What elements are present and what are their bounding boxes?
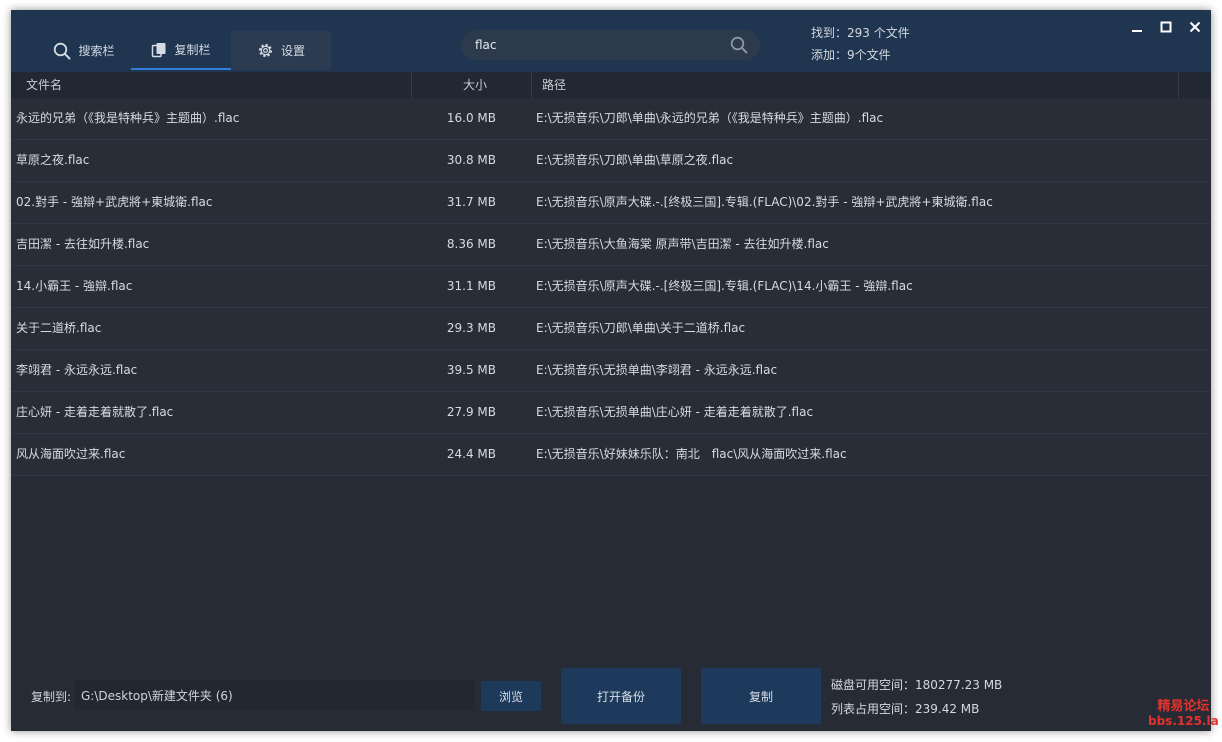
table-row[interactable]: 李翊君 - 永远永远.flac 39.5 MB E:\无损音乐\无损单曲\李翊君 -… bbox=[11, 350, 1211, 392]
search-icon bbox=[54, 42, 71, 59]
app-window: 搜索栏 复制栏 设置 找到：293 个文件 添加：9个文件 bbox=[11, 10, 1211, 731]
table-row[interactable]: 草原之夜.flac 30.8 MB E:\无损音乐\刀郎\单曲\草原之夜.flac bbox=[11, 140, 1211, 182]
file-name-cell: 关于二道桥.flac bbox=[16, 321, 102, 335]
close-icon bbox=[1189, 21, 1201, 33]
footer-bar: 复制到: 浏览 打开备份 复制 磁盘可用空间：180277.23 MB 列表占用… bbox=[11, 660, 1211, 731]
file-name-cell: 庄心妍 - 走着走着就散了.flac bbox=[16, 405, 174, 419]
file-size-cell: 29.3 MB bbox=[446, 321, 496, 335]
tab-search[interactable]: 搜索栏 bbox=[39, 31, 129, 70]
browse-button[interactable]: 浏览 bbox=[481, 681, 541, 711]
disk-free-space: 磁盘可用空间：180277.23 MB bbox=[831, 678, 1003, 692]
copy-to-label: 复制到: bbox=[31, 690, 72, 704]
table-row[interactable]: 吉田潔 - 去往如升楼.flac 8.36 MB E:\无损音乐\大鱼海棠 原声带\… bbox=[11, 224, 1211, 266]
search-box bbox=[461, 30, 760, 60]
file-path-cell: E:\无损音乐\刀郎\单曲\关于二道桥.flac bbox=[536, 321, 746, 335]
close-button[interactable] bbox=[1185, 18, 1205, 36]
column-divider[interactable] bbox=[1178, 72, 1179, 98]
copy-destination-input[interactable] bbox=[75, 680, 475, 710]
gear-icon bbox=[258, 43, 273, 58]
minimize-button[interactable] bbox=[1127, 18, 1147, 36]
file-name-cell: 14.小霸王 - 強辯.flac bbox=[16, 279, 133, 293]
copy-button[interactable]: 复制 bbox=[701, 668, 821, 724]
table-row[interactable]: 关于二道桥.flac 29.3 MB E:\无损音乐\刀郎\单曲\关于二道桥.fla… bbox=[11, 308, 1211, 350]
disk-info: 磁盘可用空间：180277.23 MB 列表占用空间：239.42 MB bbox=[831, 673, 1002, 721]
file-path-cell: E:\无损音乐\刀郎\单曲\永远的兄弟（《我是特种兵》主题曲）.flac bbox=[536, 111, 884, 125]
table-row[interactable]: 02.對手 - 強辯+武虎將+東城衛.flac 31.7 MB E:\无损音乐\原声… bbox=[11, 182, 1211, 224]
maximize-icon bbox=[1160, 21, 1172, 33]
file-path-cell: E:\无损音乐\刀郎\单曲\草原之夜.flac bbox=[536, 153, 734, 167]
column-divider[interactable] bbox=[411, 72, 412, 98]
search-submit-icon[interactable] bbox=[730, 36, 748, 54]
column-header-path[interactable]: 路径 bbox=[542, 72, 566, 98]
table-row[interactable]: 风从海面吹过来.flac 24.4 MB E:\无损音乐\好妹妹乐队：南北 flac… bbox=[11, 434, 1211, 476]
table-row[interactable]: 14.小霸王 - 強辯.flac 31.1 MB E:\无损音乐\原声大碟.-.[终… bbox=[11, 266, 1211, 308]
file-size-cell: 24.4 MB bbox=[446, 447, 496, 461]
file-size-cell: 8.36 MB bbox=[446, 237, 496, 251]
tab-copy[interactable]: 复制栏 bbox=[131, 31, 231, 70]
file-size-cell: 31.1 MB bbox=[446, 279, 496, 293]
column-header-size[interactable]: 大小 bbox=[463, 72, 487, 98]
watermark-url: bbs.125.la bbox=[1148, 714, 1219, 728]
file-name-cell: 风从海面吹过来.flac bbox=[16, 447, 126, 461]
column-header-name[interactable]: 文件名 bbox=[26, 72, 62, 98]
file-size-cell: 39.5 MB bbox=[446, 363, 496, 377]
file-path-cell: E:\无损音乐\无损单曲\庄心妍 - 走着走着就散了.flac bbox=[536, 405, 814, 419]
file-name-cell: 02.對手 - 強辯+武虎將+東城衛.flac bbox=[16, 195, 213, 209]
maximize-button[interactable] bbox=[1156, 18, 1176, 36]
file-name-cell: 吉田潔 - 去往如升楼.flac bbox=[16, 237, 150, 251]
open-backup-button[interactable]: 打开备份 bbox=[561, 668, 681, 724]
file-path-cell: E:\无损音乐\好妹妹乐队：南北 flac\风从海面吹过来.flac bbox=[536, 447, 847, 461]
file-list: 永远的兄弟（《我是特种兵》主题曲）.flac 16.0 MB E:\无损音乐\刀郎\… bbox=[11, 98, 1211, 476]
file-name-cell: 李翊君 - 永远永远.flac bbox=[16, 363, 138, 377]
table-row[interactable]: 庄心妍 - 走着走着就散了.flac 27.9 MB E:\无损音乐\无损单曲\庄心… bbox=[11, 392, 1211, 434]
table-row[interactable]: 永远的兄弟（《我是特种兵》主题曲）.flac 16.0 MB E:\无损音乐\刀郎\… bbox=[11, 98, 1211, 140]
tab-settings-label: 设置 bbox=[280, 44, 305, 58]
minimize-icon bbox=[1132, 30, 1142, 32]
file-size-cell: 30.8 MB bbox=[446, 153, 496, 167]
file-size-cell: 27.9 MB bbox=[446, 405, 496, 419]
file-size-cell: 31.7 MB bbox=[446, 195, 496, 209]
file-path-cell: E:\无损音乐\大鱼海棠 原声带\吉田潔 - 去往如升楼.flac bbox=[536, 237, 829, 251]
file-size-cell: 16.0 MB bbox=[446, 111, 496, 125]
file-path-cell: E:\无损音乐\原声大碟.-.[终极三国].专辑.(FLAC)\02.對手 - … bbox=[536, 195, 993, 209]
file-path-cell: E:\无损音乐\无损单曲\李翊君 - 永远永远.flac bbox=[536, 363, 778, 377]
tab-search-label: 搜索栏 bbox=[78, 44, 115, 58]
column-divider[interactable] bbox=[531, 72, 532, 98]
file-name-cell: 永远的兄弟（《我是特种兵》主题曲）.flac bbox=[16, 111, 240, 125]
file-path-cell: E:\无损音乐\原声大碟.-.[终极三国].专辑.(FLAC)\14.小霸王 -… bbox=[536, 279, 913, 293]
search-stats: 找到：293 个文件 添加：9个文件 bbox=[811, 22, 910, 66]
found-count: 找到：293 个文件 bbox=[811, 26, 910, 40]
title-bar: 搜索栏 复制栏 设置 找到：293 个文件 添加：9个文件 bbox=[11, 10, 1211, 72]
copy-icon bbox=[152, 42, 166, 57]
list-used-space: 列表占用空间：239.42 MB bbox=[831, 702, 980, 716]
search-input[interactable] bbox=[475, 38, 730, 52]
watermark-title: 精易论坛 bbox=[1157, 699, 1210, 714]
tab-copy-label: 复制栏 bbox=[174, 43, 211, 57]
tab-settings[interactable]: 设置 bbox=[231, 31, 331, 70]
added-count: 添加：9个文件 bbox=[811, 48, 891, 62]
watermark: 精易论坛 bbs.125.la bbox=[1148, 699, 1219, 729]
file-name-cell: 草原之夜.flac bbox=[16, 153, 90, 167]
table-header: 文件名 大小 路径 bbox=[11, 72, 1211, 98]
